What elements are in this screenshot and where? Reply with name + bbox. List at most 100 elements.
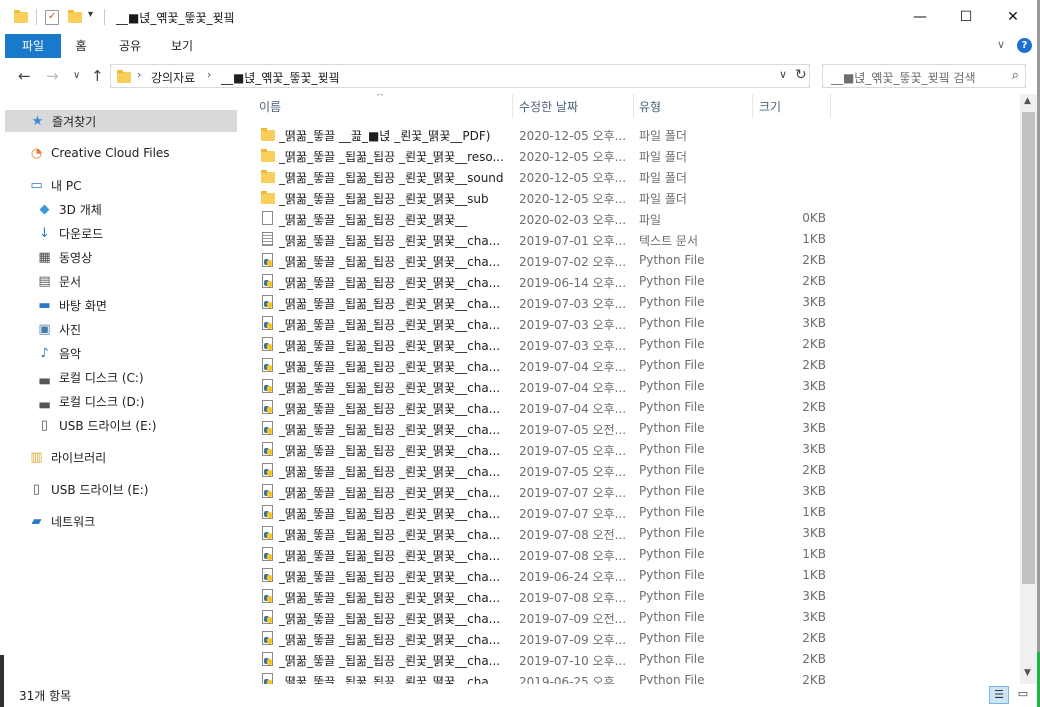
nav-label: 바탕 화면 bbox=[59, 298, 107, 313]
file-row[interactable]: _뗡꿂_뚷끌 _됩꿂_됩끙 _뢴꿏_뗡꿎__ 2020-02-03 오후... 파일… bbox=[240, 208, 1020, 229]
nav-item-music[interactable]: ♪ 음악 bbox=[36, 342, 81, 364]
breadcrumb-separator[interactable]: › bbox=[207, 68, 211, 81]
python-file-icon bbox=[260, 672, 276, 684]
file-row[interactable]: _뗡꿂_뚷끌 _됩꿂_됩끙 _뢴꿏_뗡꿎__cha... 2019-07-07 오… bbox=[240, 502, 1020, 523]
nav-item-libraries[interactable]: ▥ 라이브러리 bbox=[28, 446, 106, 468]
tab-view[interactable]: 보기 bbox=[164, 34, 200, 58]
scroll-up-icon[interactable]: ▲ bbox=[1024, 96, 1031, 106]
desktop-icon: ▬ bbox=[38, 297, 51, 313]
column-type[interactable]: 유형 bbox=[639, 98, 661, 115]
vertical-scrollbar[interactable]: ▲ ▼ bbox=[1020, 94, 1037, 684]
column-divider[interactable] bbox=[633, 94, 634, 118]
new-folder-icon[interactable] bbox=[68, 10, 84, 24]
nav-item-desktop[interactable]: ▬ 바탕 화면 bbox=[36, 294, 107, 316]
column-divider[interactable] bbox=[830, 94, 831, 118]
file-name: _뗡꿂_뚷끌 _됩꿂_됩끙 _뢴꿏_뗡꿎__cha... bbox=[279, 423, 501, 437]
column-size[interactable]: 크기 bbox=[759, 98, 781, 115]
search-input[interactable]: __■녅_옊꿏_뚷꿏_뀢끸 검색 ⌕ bbox=[822, 64, 1026, 88]
file-row[interactable]: _뗡꿂_뚷끌 _됩꿂_됩끙 _뢴꿏_뗡꿎__cha... 2019-07-10 오… bbox=[240, 649, 1020, 670]
nav-item-3d-objects[interactable]: ◆ 3D 개체 bbox=[36, 198, 102, 220]
address-bar[interactable]: › 강의자료 › __■녅_옊꿏_뚷꿏_뀢끸 ∨ ↻ bbox=[110, 64, 810, 88]
nav-item-downloads[interactable]: ↓ 다운로드 bbox=[36, 222, 103, 244]
nav-item-usb-e[interactable]: ▯ USB 드라이브 (E:) bbox=[36, 414, 157, 436]
file-row[interactable]: _뗡꿂_뚷끌 _됩꿂_됩끙 _뢴꿏_뗡꿎__sound 2020-12-05 오후… bbox=[240, 166, 1020, 187]
file-name: _뗡꿂_뚷끌 _됩꿂_됩끙 _뢴꿏_뗡꿎__cha... bbox=[279, 360, 501, 374]
file-row[interactable]: _뗡꿂_뚷끌 _됩꿂_됩끙 _뢴꿏_뗡꿎__cha... 2019-07-04 오… bbox=[240, 376, 1020, 397]
nav-item-local-disk-c[interactable]: ▃ 로컬 디스크 (C:) bbox=[36, 366, 144, 388]
folder-icon bbox=[260, 147, 276, 163]
breadcrumb-item[interactable]: 강의자료 bbox=[151, 69, 195, 86]
minimize-button[interactable]: — bbox=[897, 0, 943, 34]
file-row[interactable]: _뗡꿂_뚷끌 _됩꿂_됩끙 _뢴꿏_뗡꿎__cha... 2019-07-04 오… bbox=[240, 355, 1020, 376]
column-name[interactable]: 이름 bbox=[259, 98, 281, 115]
scroll-down-icon[interactable]: ▼ bbox=[1024, 668, 1031, 678]
file-row[interactable]: _뗡꿂_뚷끌 _됩꿂_됩끙 _뢴꿏_뗡꿎__cha... 2019-07-08 오… bbox=[240, 544, 1020, 565]
file-row[interactable]: _뗡꿂_뚷끌 _됩꿂_됩끙 _뢴꿏_뗡꿎__cha... 2019-07-03 오… bbox=[240, 313, 1020, 334]
file-row[interactable]: _뗡꿂_뚷끌 _됩꿂_됩끙 _뢴꿏_뗡꿎__cha... 2019-06-24 오… bbox=[240, 565, 1020, 586]
file-row[interactable]: _뗡꿂_뚷끌 _됩꿂_됩끙 _뢴꿏_뗡꿎__cha... 2019-07-08 오… bbox=[240, 586, 1020, 607]
file-row[interactable]: _뗡꿂_뚷끌 __끒_■녅 _뢴꿏_뗡꿎__PDF) 2020-12-05 오후.… bbox=[240, 124, 1020, 145]
file-row[interactable]: _뗡꿂_뚷끌 _됩꿂_됩끙 _뢴꿏_뗡꿎__cha... 2019-07-08 오… bbox=[240, 523, 1020, 544]
details-view-icon[interactable]: ☰ bbox=[989, 686, 1009, 704]
ribbon-tabs: 파일 홈 공유 보기 bbox=[0, 34, 1040, 58]
nav-label: 네트워크 bbox=[51, 514, 96, 529]
nav-item-documents[interactable]: ▤ 문서 bbox=[36, 270, 81, 292]
file-row[interactable]: _뗡꿂_뚷끌 _됩꿂_됩끙 _뢴꿏_뗡꿎__cha... 2019-07-03 오… bbox=[240, 334, 1020, 355]
search-icon[interactable]: ⌕ bbox=[1012, 68, 1019, 83]
file-row[interactable]: _뗡꿂_뚷끌 _됩꿂_됩끙 _뢴꿏_뗡꿎__cha... 2019-07-09 오… bbox=[240, 607, 1020, 628]
back-arrow-icon[interactable]: ← bbox=[18, 67, 31, 85]
nav-item-creative-cloud[interactable]: ◔ Creative Cloud Files bbox=[28, 142, 170, 164]
column-date-modified[interactable]: 수정한 날짜 bbox=[519, 98, 578, 115]
column-divider[interactable] bbox=[752, 94, 753, 118]
nav-label: 로컬 디스크 (C:) bbox=[59, 370, 144, 385]
breadcrumb-separator[interactable]: › bbox=[137, 68, 141, 81]
refresh-icon[interactable]: ↻ bbox=[795, 67, 807, 83]
file-row[interactable]: _뗡꿂_뚷끌 _됩꿂_됩끙 _뢴꿏_뗡꿎__cha... 2019-07-02 오… bbox=[240, 250, 1020, 271]
nav-item-pictures[interactable]: ▣ 사진 bbox=[36, 318, 81, 340]
recent-locations-icon[interactable]: ∨ bbox=[73, 70, 80, 81]
nav-item-usb-drive[interactable]: ▯ USB 드라이브 (E:) bbox=[28, 478, 149, 500]
nav-item-videos[interactable]: ▦ 동영상 bbox=[36, 246, 92, 268]
file-date-modified: 2019-06-14 오후... bbox=[519, 276, 627, 290]
file-row[interactable]: _뗡꿂_뚷끌 _됩꿂_됩끙 _뢴꿏_뗡꿎__cha... 2019-07-03 오… bbox=[240, 292, 1020, 313]
file-date-modified: 2020-12-05 오후... bbox=[519, 192, 627, 206]
tab-file[interactable]: 파일 bbox=[5, 34, 61, 58]
nav-item-local-disk-d[interactable]: ▃ 로컬 디스크 (D:) bbox=[36, 390, 145, 412]
address-dropdown-icon[interactable]: ∨ bbox=[779, 68, 787, 81]
customize-quick-access-icon[interactable]: ▾ bbox=[88, 9, 93, 20]
column-divider[interactable] bbox=[512, 94, 513, 118]
up-arrow-icon[interactable]: ↑ bbox=[91, 67, 104, 85]
tab-home[interactable]: 홈 bbox=[66, 34, 96, 58]
file-row[interactable]: _뗡꿂_뚷끌 _됩꿂_됩끙 _뢴꿏_뗡꿎__cha... 2019-07-04 오… bbox=[240, 397, 1020, 418]
maximize-button[interactable]: ☐ bbox=[943, 0, 989, 34]
forward-arrow-icon[interactable]: → bbox=[46, 67, 59, 85]
close-button[interactable]: ✕ bbox=[990, 0, 1036, 34]
toolbar-separator bbox=[104, 9, 105, 25]
expand-ribbon-icon[interactable]: ∨ bbox=[997, 38, 1005, 51]
nav-label: 라이브러리 bbox=[51, 450, 107, 465]
tab-share[interactable]: 공유 bbox=[110, 34, 150, 58]
nav-item-this-pc[interactable]: ▭ 내 PC bbox=[28, 174, 81, 196]
python-file-icon bbox=[260, 588, 276, 604]
scrollbar-thumb[interactable] bbox=[1022, 112, 1035, 584]
file-row[interactable]: _뗡꿂_뚷끌 _됩꿂_됩끙 _뢴꿏_뗡꿎__cha... 2019-06-14 오… bbox=[240, 271, 1020, 292]
nav-item-network[interactable]: ▰ 네트워크 bbox=[28, 510, 96, 532]
file-row[interactable]: _뗡꿂_뚷끌 _됩꿂_됩끙 _뢴꿏_뗡꿎__cha... 2019-06-25 오… bbox=[240, 670, 1020, 684]
folder-icon bbox=[260, 189, 276, 205]
file-size: 3KB bbox=[802, 442, 826, 456]
python-file-icon bbox=[260, 420, 276, 436]
help-icon[interactable]: ? bbox=[1017, 38, 1032, 53]
file-row[interactable]: _뗡꿂_뚷끌 _됩꿂_됩끙 _뢴꿏_뗡꿎__cha... 2019-07-05 오… bbox=[240, 460, 1020, 481]
breadcrumb-item[interactable]: __■녅_옊꿏_뚷꿏_뀢끸 bbox=[221, 69, 340, 86]
file-row[interactable]: _뗡꿂_뚷끌 _됩꿂_됩끙 _뢴꿏_뗡꿎__reso... 2020-12-05 … bbox=[240, 145, 1020, 166]
file-row[interactable]: _뗡꿂_뚷끌 _됩꿂_됩끙 _뢴꿏_뗡꿎__cha... 2019-07-07 오… bbox=[240, 481, 1020, 502]
file-row[interactable]: _뗡꿂_뚷끌 _됩꿂_됩끙 _뢴꿏_뗡꿎__cha... 2019-07-05 오… bbox=[240, 439, 1020, 460]
properties-icon[interactable]: ✓ bbox=[45, 10, 59, 25]
large-icons-view-icon[interactable]: ▭ bbox=[1013, 686, 1033, 704]
nav-item-quick-access[interactable]: ★ 즐겨찾기 bbox=[5, 110, 237, 132]
file-row[interactable]: _뗡꿂_뚷끌 _됩꿂_됩끙 _뢴꿏_뗡꿎__cha... 2019-07-01 오… bbox=[240, 229, 1020, 250]
file-row[interactable]: _뗡꿂_뚷끌 _됩꿂_됩끙 _뢴꿏_뗡꿎__cha... 2019-07-05 오… bbox=[240, 418, 1020, 439]
file-row[interactable]: _뗡꿂_뚷끌 _됩꿂_됩끙 _뢴꿏_뗡꿎__cha... 2019-07-09 오… bbox=[240, 628, 1020, 649]
file-row[interactable]: _뗡꿂_뚷끌 _됩꿂_됩끙 _뢴꿏_뗡꿎__sub 2020-12-05 오후..… bbox=[240, 187, 1020, 208]
file-date-modified: 2019-07-08 오후... bbox=[519, 549, 627, 563]
